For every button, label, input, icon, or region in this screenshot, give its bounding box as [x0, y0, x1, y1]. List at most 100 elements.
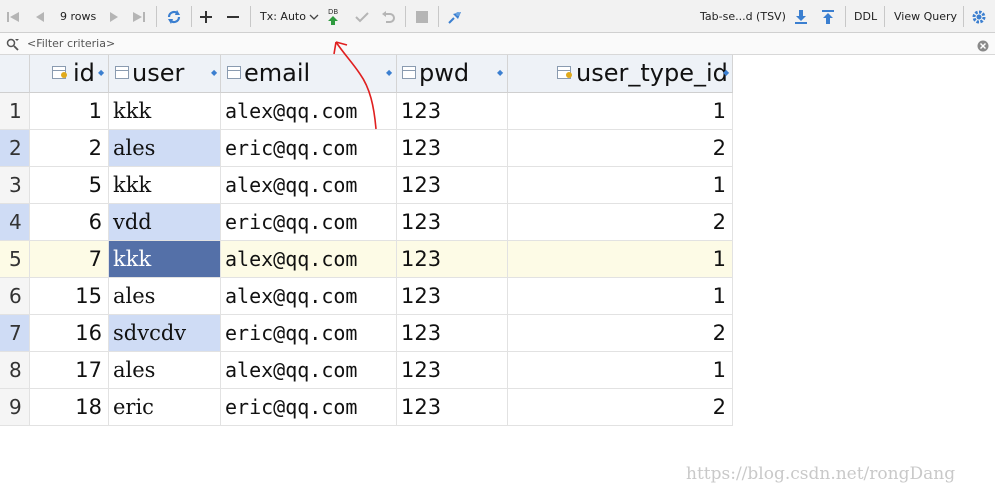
column-header-label: user_type_id [576, 59, 728, 87]
cell-id[interactable]: 7 [30, 241, 109, 278]
clear-filter-icon[interactable] [977, 37, 989, 56]
table-row[interactable]: 7 16 sdvcdv eric@qq.com 123 2 [0, 315, 733, 352]
cell-email[interactable]: eric@qq.com [221, 315, 397, 352]
cell-id[interactable]: 16 [30, 315, 109, 352]
search-icon [6, 37, 20, 56]
cell-email[interactable]: alex@qq.com [221, 167, 397, 204]
sort-icon[interactable]: ◆ [386, 68, 392, 77]
sort-icon[interactable]: ◆ [211, 68, 217, 77]
column-header-user-type-id[interactable]: user_type_id ◆ [508, 55, 733, 93]
row-number-cell[interactable]: 2 [0, 130, 30, 167]
cell-user[interactable]: ales [109, 130, 221, 167]
refresh-icon[interactable] [165, 0, 183, 33]
column-header-user[interactable]: user ◆ [109, 55, 221, 93]
cell-id[interactable]: 2 [30, 130, 109, 167]
stop-icon[interactable] [416, 0, 428, 33]
cell-user[interactable]: kkk [109, 93, 221, 130]
tx-mode-dropdown[interactable]: Tx: Auto [260, 0, 319, 33]
view-query-button[interactable]: View Query [894, 0, 957, 33]
table-row[interactable]: 9 18 eric eric@qq.com 123 2 [0, 389, 733, 426]
cell-pwd[interactable]: 123 [397, 204, 508, 241]
cell-user-type-id[interactable]: 1 [508, 167, 733, 204]
row-number-cell[interactable]: 8 [0, 352, 30, 389]
sort-icon[interactable]: ◆ [497, 68, 503, 77]
submit-check-icon[interactable] [355, 0, 369, 33]
cell-user[interactable]: vdd [109, 204, 221, 241]
cell-email[interactable]: eric@qq.com [221, 389, 397, 426]
row-number-cell[interactable]: 4 [0, 204, 30, 241]
row-number-cell[interactable]: 6 [0, 278, 30, 315]
toolbar-separator [845, 6, 846, 27]
column-header-label: email [244, 59, 311, 87]
cell-user[interactable]: kkk [109, 241, 221, 278]
row-number-cell[interactable]: 5 [0, 241, 30, 278]
cell-pwd[interactable]: 123 [397, 167, 508, 204]
table-row[interactable]: 4 6 vdd eric@qq.com 123 2 [0, 204, 733, 241]
cell-user[interactable]: ales [109, 278, 221, 315]
export-format-dropdown[interactable]: Tab-se...d (TSV) [700, 0, 786, 33]
cell-id[interactable]: 5 [30, 167, 109, 204]
cell-user[interactable]: sdvcdv [109, 315, 221, 352]
filter-input[interactable]: <Filter criteria> [27, 37, 115, 50]
sort-icon[interactable]: ◆ [723, 68, 729, 77]
cell-pwd[interactable]: 123 [397, 389, 508, 426]
cell-email[interactable]: eric@qq.com [221, 204, 397, 241]
cell-id[interactable]: 6 [30, 204, 109, 241]
revert-icon[interactable] [381, 0, 395, 33]
gear-icon[interactable] [971, 0, 987, 33]
export-download-icon[interactable] [793, 0, 809, 33]
table-row[interactable]: 2 2 ales eric@qq.com 123 2 [0, 130, 733, 167]
cell-pwd[interactable]: 123 [397, 315, 508, 352]
db-commit-icon[interactable]: DB [328, 0, 338, 33]
cell-user-type-id[interactable]: 1 [508, 278, 733, 315]
row-number-cell[interactable]: 3 [0, 167, 30, 204]
cell-user-type-id[interactable]: 2 [508, 315, 733, 352]
cell-user[interactable]: kkk [109, 167, 221, 204]
column-header-id[interactable]: id ◆ [30, 55, 109, 93]
delete-row-icon[interactable] [227, 0, 239, 33]
first-page-icon[interactable] [6, 0, 20, 33]
cell-pwd[interactable]: 123 [397, 241, 508, 278]
pin-tab-icon[interactable] [447, 0, 463, 33]
row-number-cell[interactable]: 9 [0, 389, 30, 426]
row-number-header[interactable] [0, 55, 30, 93]
cell-email[interactable]: alex@qq.com [221, 352, 397, 389]
cell-user[interactable]: eric [109, 389, 221, 426]
sort-icon[interactable]: ◆ [98, 68, 104, 77]
cell-user-type-id[interactable]: 1 [508, 241, 733, 278]
row-number-cell[interactable]: 1 [0, 93, 30, 130]
row-number-cell[interactable]: 7 [0, 315, 30, 352]
column-icon [402, 66, 416, 79]
import-upload-icon[interactable] [820, 0, 836, 33]
cell-email[interactable]: alex@qq.com [221, 278, 397, 315]
next-page-icon[interactable] [108, 0, 120, 33]
cell-pwd[interactable]: 123 [397, 352, 508, 389]
last-page-icon[interactable] [132, 0, 146, 33]
cell-user-type-id[interactable]: 1 [508, 352, 733, 389]
cell-pwd[interactable]: 123 [397, 130, 508, 167]
table-row[interactable]: 6 15 ales alex@qq.com 123 1 [0, 278, 733, 315]
cell-id[interactable]: 15 [30, 278, 109, 315]
cell-user-type-id[interactable]: 2 [508, 130, 733, 167]
column-header-label: id [73, 59, 95, 87]
cell-user[interactable]: ales [109, 352, 221, 389]
table-row[interactable]: 8 17 ales alex@qq.com 123 1 [0, 352, 733, 389]
cell-email[interactable]: alex@qq.com [221, 241, 397, 278]
cell-pwd[interactable]: 123 [397, 93, 508, 130]
column-icon [115, 66, 129, 79]
ddl-button[interactable]: DDL [854, 0, 877, 33]
toolbar-separator [438, 6, 439, 27]
add-row-icon[interactable] [200, 0, 212, 33]
column-header-pwd[interactable]: pwd ◆ [397, 55, 508, 93]
table-row[interactable]: 5 7 kkk alex@qq.com 123 1 [0, 241, 733, 278]
previous-page-icon[interactable] [34, 0, 46, 33]
cell-user-type-id[interactable]: 1 [508, 93, 733, 130]
cell-email[interactable]: eric@qq.com [221, 130, 397, 167]
table-row[interactable]: 3 5 kkk alex@qq.com 123 1 [0, 167, 733, 204]
cell-id[interactable]: 18 [30, 389, 109, 426]
cell-id[interactable]: 17 [30, 352, 109, 389]
cell-user-type-id[interactable]: 2 [508, 204, 733, 241]
cell-id[interactable]: 1 [30, 93, 109, 130]
cell-pwd[interactable]: 123 [397, 278, 508, 315]
cell-user-type-id[interactable]: 2 [508, 389, 733, 426]
